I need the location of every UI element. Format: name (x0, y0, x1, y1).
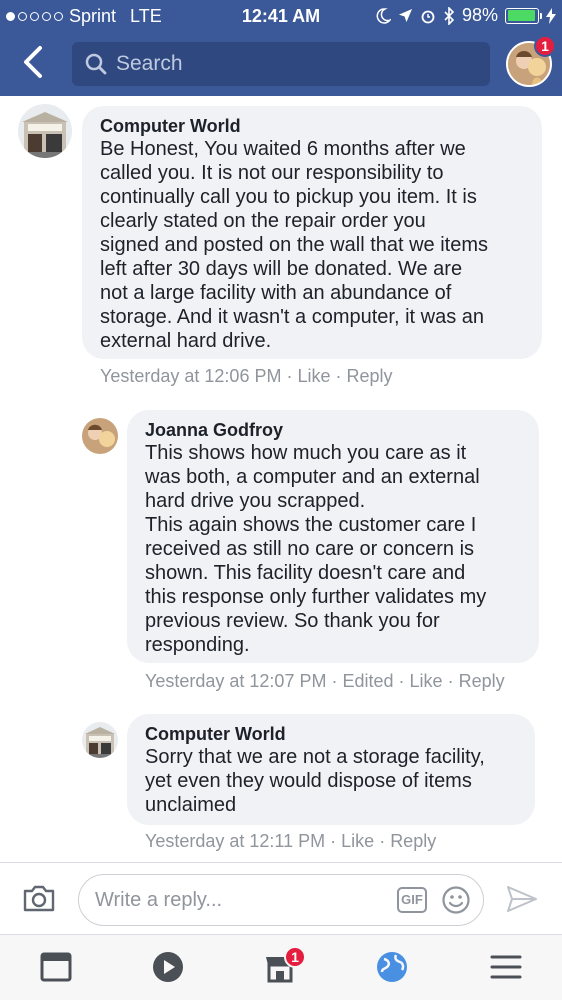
watch-video-icon[interactable] (150, 949, 186, 985)
reply-input[interactable] (95, 875, 395, 925)
like-link[interactable]: Like (341, 831, 374, 851)
bluetooth-icon (444, 6, 455, 25)
comment-meta: Yesterday at 12:06 PM · Like · Reply (100, 366, 393, 386)
comment-timestamp: Yesterday at 12:11 PM (145, 831, 326, 851)
alarm-icon (421, 10, 435, 23)
bottom-tab-bar (0, 934, 562, 1000)
reply-link[interactable]: Reply (459, 671, 505, 691)
comment-author[interactable]: Computer World (100, 115, 528, 137)
comment-meta: Yesterday at 12:11 PM · Like · Reply (145, 831, 437, 851)
globe-notifications-icon[interactable] (374, 949, 410, 985)
menu-hamburger-icon[interactable] (488, 949, 524, 985)
top-navigation-bar: Sprint LTE 12:41 AM 98% (0, 0, 562, 96)
joanna-godfroy-avatar[interactable] (82, 418, 118, 454)
search-input[interactable] (116, 42, 476, 86)
computer-world-avatar[interactable] (82, 722, 118, 758)
battery-percent: 98% (461, 5, 498, 25)
marketplace-badge: 1 (284, 946, 306, 968)
comment-meta: Yesterday at 12:07 PM · Edited · Like · … (145, 671, 505, 691)
gif-button[interactable]: GIF (397, 887, 427, 913)
news-feed-icon[interactable] (38, 949, 74, 985)
comment-timestamp: Yesterday at 12:07 PM (145, 671, 327, 691)
back-chevron-icon[interactable] (18, 44, 48, 80)
reply-bar: GIF (0, 862, 562, 934)
comment-author[interactable]: Computer World (145, 723, 521, 745)
charging-bolt-icon (546, 7, 556, 24)
computer-world-avatar[interactable] (18, 104, 72, 158)
battery-icon (505, 7, 542, 24)
like-link[interactable]: Like (410, 671, 443, 691)
moon-icon (376, 7, 391, 24)
comment-bubble: Computer World Sorry that we are not a s… (127, 714, 535, 825)
status-right: 98% (375, 5, 556, 26)
storefront-icon (82, 722, 118, 758)
search-bar[interactable] (72, 42, 490, 86)
location-arrow-icon (398, 8, 413, 23)
comment-bubble: Joanna Godfroy This shows how much you c… (127, 410, 539, 663)
notification-badge: 1 (534, 35, 556, 57)
comment-timestamp: Yesterday at 12:06 PM (100, 366, 282, 386)
smiley-icon[interactable] (441, 885, 471, 915)
like-link[interactable]: Like (297, 366, 330, 386)
comment-text: Sorry that we are not a storage facility… (145, 746, 485, 816)
camera-icon[interactable] (22, 883, 56, 913)
user-photo-icon (82, 418, 118, 454)
search-icon (85, 53, 107, 75)
storefront-icon (18, 104, 72, 158)
reply-link[interactable]: Reply (390, 831, 436, 851)
reply-link[interactable]: Reply (347, 366, 393, 386)
comment-author[interactable]: Joanna Godfroy (145, 419, 525, 441)
comment-bubble: Computer World Be Honest, You waited 6 m… (82, 106, 542, 359)
send-icon[interactable] (506, 885, 538, 913)
comment-text: This shows how much you care as it was b… (145, 442, 487, 656)
edited-link[interactable]: Edited (342, 671, 393, 691)
reply-field[interactable]: GIF (78, 874, 484, 926)
status-bar: Sprint LTE 12:41 AM 98% (0, 0, 562, 32)
comment-text: Be Honest, You waited 6 months after we … (100, 138, 489, 352)
